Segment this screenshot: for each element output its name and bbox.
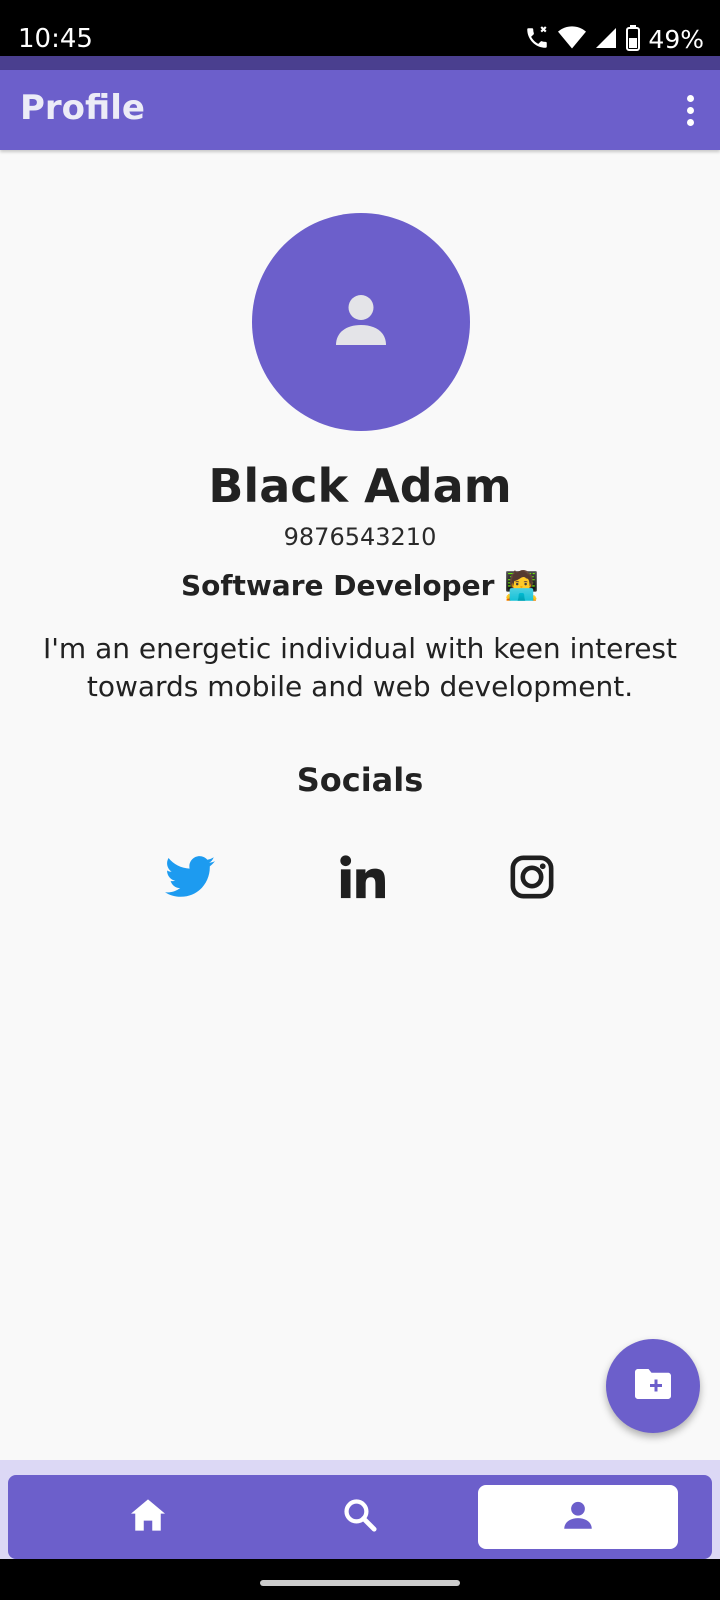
wifi-icon (558, 26, 587, 54)
profile-bio: I'm an energetic individual with keen in… (42, 632, 678, 703)
status-bar: 10:45 49% (0, 0, 720, 56)
profile-phone: 9876543210 (283, 523, 437, 551)
battery-percentage: 49% (648, 25, 704, 54)
nav-home[interactable] (48, 1485, 248, 1549)
twitter-icon[interactable] (162, 852, 218, 902)
bottom-navigation (8, 1475, 712, 1559)
status-icons: 49% (524, 25, 704, 55)
profile-role: Software Developer 🧑‍💻 (180, 569, 540, 602)
status-strip (0, 56, 720, 70)
page-title: Profile (20, 88, 145, 128)
person-icon (331, 290, 391, 354)
linkedin-icon[interactable] (334, 852, 390, 902)
status-time: 10:45 (18, 24, 93, 54)
battery-icon (626, 25, 641, 55)
avatar (252, 213, 470, 431)
app-bar: Profile (0, 70, 720, 150)
instagram-icon[interactable] (504, 852, 560, 902)
create-folder-icon (635, 1369, 671, 1403)
home-icon (131, 1499, 165, 1535)
socials-heading: Socials (296, 761, 424, 799)
profile-name: Black Adam (208, 459, 512, 513)
create-folder-button[interactable] (606, 1339, 700, 1433)
search-icon (343, 1498, 377, 1536)
person-icon (563, 1500, 593, 1534)
more-vert-icon[interactable] (682, 88, 698, 132)
nav-profile[interactable] (478, 1485, 678, 1549)
gesture-handle[interactable] (260, 1580, 460, 1586)
call-icon (524, 25, 550, 55)
nav-search[interactable] (260, 1485, 460, 1549)
signal-icon (594, 26, 618, 54)
